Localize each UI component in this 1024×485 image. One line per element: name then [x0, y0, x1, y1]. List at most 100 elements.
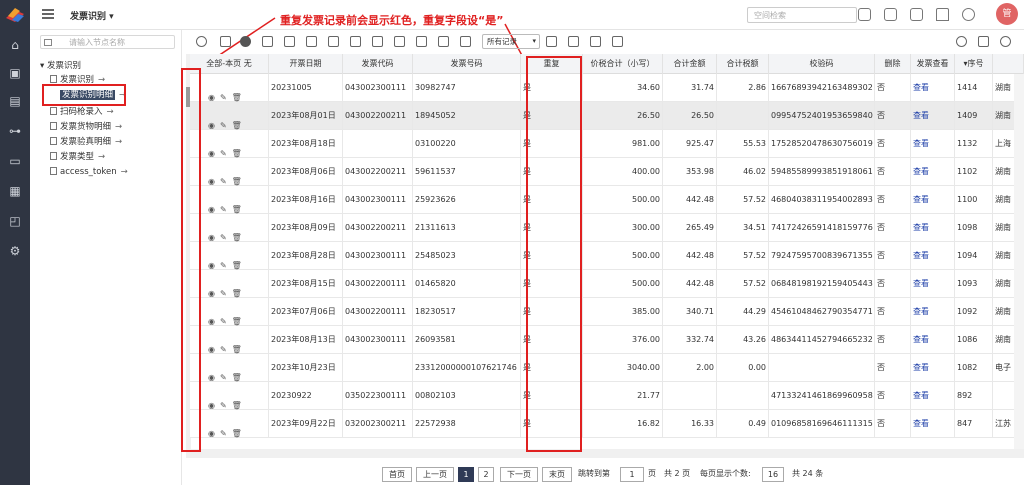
- row-action-icons[interactable]: ◉✎🗑: [208, 140, 247, 158]
- cell-view[interactable]: 查看: [911, 410, 955, 438]
- jump-page-input[interactable]: 1: [620, 467, 644, 482]
- card-icon[interactable]: [590, 36, 601, 47]
- cell-view[interactable]: 查看: [911, 326, 955, 354]
- row-action-icons[interactable]: ◉✎🗑: [208, 364, 247, 382]
- col-select-all[interactable]: 全部-本页 无: [190, 54, 269, 74]
- col-extra[interactable]: [993, 54, 1024, 74]
- tree-search-input[interactable]: 请输入节点名称: [40, 35, 175, 49]
- cell-view[interactable]: 查看: [911, 158, 955, 186]
- row-action-icons[interactable]: ◉✎🗑: [208, 308, 247, 326]
- tree-item[interactable]: access_token →: [50, 166, 128, 178]
- first-page-button[interactable]: 首页: [382, 467, 412, 482]
- cell-view[interactable]: 查看: [911, 354, 955, 382]
- row-action-icons[interactable]: ◉✎🗑: [208, 252, 247, 270]
- cell-view[interactable]: 查看: [911, 242, 955, 270]
- hand-pointer-icon[interactable]: [612, 36, 623, 47]
- table-row[interactable]: ◉✎🗑 2023年08月01日 043002200211 18945052 是 26.50…: [190, 102, 1024, 130]
- col-delete[interactable]: 删除: [875, 54, 911, 74]
- screen-icon[interactable]: ▭: [8, 154, 22, 168]
- save-icon[interactable]: [284, 36, 295, 47]
- gear-icon[interactable]: ⚙: [8, 244, 22, 258]
- clipboard-icon[interactable]: ▤: [8, 94, 22, 108]
- table-row[interactable]: ◉✎🗑 20230922 035022300111 00802103 是 21.77 471…: [190, 382, 1024, 410]
- search-doc-icon[interactable]: ◰: [8, 214, 22, 228]
- col-amount[interactable]: 合计金额: [663, 54, 717, 74]
- table-row[interactable]: ◉✎🗑 20231005 043002300111 30982747 是 34.60 31.…: [190, 74, 1024, 102]
- col-total[interactable]: 价税合计（小写）: [583, 54, 663, 74]
- calendar-icon[interactable]: [884, 8, 897, 21]
- table-row[interactable]: ◉✎🗑 2023年08月13日 043002300111 26093581 是 376.0…: [190, 326, 1024, 354]
- horizontal-scrollbar[interactable]: [190, 449, 1024, 458]
- table-row[interactable]: ◉✎🗑 2023年08月15日 043002200111 01465820 是 500.0…: [190, 270, 1024, 298]
- cell-view[interactable]: 查看: [911, 270, 955, 298]
- row-action-icons[interactable]: ◉✎🗑: [208, 224, 247, 242]
- chart-icon[interactable]: [394, 36, 405, 47]
- table-row[interactable]: ◉✎🗑 2023年08月06日 043002200211 59611537 是 400.0…: [190, 158, 1024, 186]
- search-icon[interactable]: [956, 36, 967, 47]
- row-action-icons[interactable]: ◉✎🗑: [208, 336, 247, 354]
- add-record-icon[interactable]: [262, 36, 273, 47]
- cell-view[interactable]: 查看: [911, 74, 955, 102]
- database-icon[interactable]: ▦: [8, 184, 22, 198]
- last-page-button[interactable]: 末页: [542, 467, 572, 482]
- table-row[interactable]: ◉✎🗑 2023年09月22日 032002300211 22572938 是 16.82…: [190, 410, 1024, 438]
- settings-doc-icon[interactable]: [978, 36, 989, 47]
- col-view[interactable]: 发票查看: [911, 54, 955, 74]
- list-icon[interactable]: [910, 8, 923, 21]
- table-row[interactable]: ◉✎🗑 2023年08月18日 03100220 是 981.00 925.47 55.53…: [190, 130, 1024, 158]
- table-row[interactable]: ◉✎🗑 2023年08月16日 043002300111 25923626 是 500.0…: [190, 186, 1024, 214]
- refresh-icon[interactable]: [196, 36, 207, 47]
- edit-icon[interactable]: [220, 36, 231, 47]
- print-icon[interactable]: [306, 36, 317, 47]
- col-checkcode[interactable]: 校验码: [769, 54, 875, 74]
- tree-item[interactable]: 发票验真明细 →: [50, 136, 122, 148]
- row-action-icons[interactable]: ◉✎🗑: [208, 112, 247, 130]
- cell-view[interactable]: 查看: [911, 214, 955, 242]
- tree-item[interactable]: 发票货物明细 →: [50, 121, 122, 133]
- table-row[interactable]: ◉✎🗑 2023年10月23日 23312000000107621746 是 3040.…: [190, 354, 1024, 382]
- gear-icon[interactable]: [1000, 36, 1011, 47]
- fullscreen-icon[interactable]: [568, 36, 579, 47]
- org-chart-icon[interactable]: ⊶: [8, 124, 22, 138]
- table-row[interactable]: ◉✎🗑 2023年08月28日 043002300111 25485023 是 500.0…: [190, 242, 1024, 270]
- avatar[interactable]: 管: [996, 3, 1018, 25]
- export-icon[interactable]: [372, 36, 383, 47]
- upload-icon[interactable]: [416, 36, 427, 47]
- filter-icon[interactable]: [546, 36, 557, 47]
- copy-icon[interactable]: [328, 36, 339, 47]
- home-icon[interactable]: ⌂: [8, 38, 22, 52]
- table-row[interactable]: ◉✎🗑 2023年08月09日 043002200211 21311613 是 300.0…: [190, 214, 1024, 242]
- col-date[interactable]: 开票日期: [269, 54, 343, 74]
- cell-view[interactable]: 查看: [911, 130, 955, 158]
- shirt-icon[interactable]: [936, 8, 949, 21]
- page-1-button[interactable]: 1: [458, 467, 474, 482]
- stop-icon[interactable]: [240, 36, 251, 47]
- page-2-button[interactable]: 2: [478, 467, 494, 482]
- tree-item[interactable]: 扫码枪录入 →: [50, 106, 114, 118]
- monitor-icon[interactable]: ▣: [8, 66, 22, 80]
- import-icon[interactable]: [350, 36, 361, 47]
- document-icon[interactable]: [460, 36, 471, 47]
- table-row[interactable]: ◉✎🗑 2023年07月06日 043002200111 18230517 是 385.0…: [190, 298, 1024, 326]
- prev-page-button[interactable]: 上一页: [416, 467, 454, 482]
- row-action-icons[interactable]: ◉✎🗑: [208, 392, 247, 410]
- smile-icon[interactable]: [962, 8, 975, 21]
- col-number[interactable]: 发票号码: [413, 54, 521, 74]
- cell-view[interactable]: 查看: [911, 186, 955, 214]
- row-action-icons[interactable]: ◉✎🗑: [208, 196, 247, 214]
- menu-icon[interactable]: [42, 9, 54, 19]
- cell-view[interactable]: 查看: [911, 298, 955, 326]
- per-page-input[interactable]: 16: [762, 467, 784, 482]
- tree-item[interactable]: 发票类型 →: [50, 151, 105, 163]
- vertical-scrollbar[interactable]: [1014, 74, 1024, 458]
- row-action-icons[interactable]: ◉✎🗑: [208, 84, 247, 102]
- next-page-button[interactable]: 下一页: [500, 467, 538, 482]
- cell-view[interactable]: 查看: [911, 102, 955, 130]
- col-code[interactable]: 发票代码: [343, 54, 413, 74]
- col-seq[interactable]: ▾序号: [955, 54, 993, 74]
- row-action-icons[interactable]: ◉✎🗑: [208, 280, 247, 298]
- download-icon[interactable]: [438, 36, 449, 47]
- row-action-icons[interactable]: ◉✎🗑: [208, 420, 247, 438]
- col-tax[interactable]: 合计税额: [717, 54, 769, 74]
- app-title[interactable]: 发票识别 ▾: [70, 9, 114, 22]
